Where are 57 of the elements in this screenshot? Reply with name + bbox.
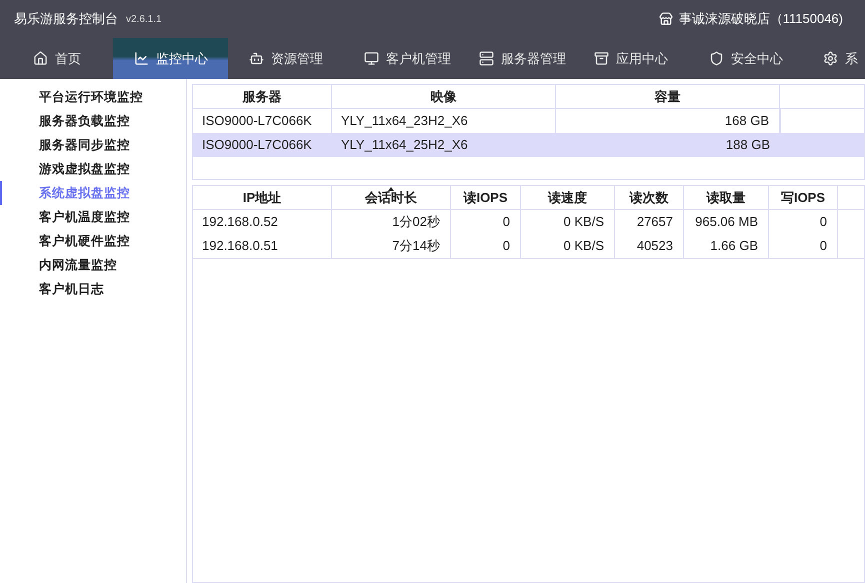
table-cell: 192.168.0.52 [193,210,332,234]
column-header: 写IOPS [769,186,838,209]
table-cell: 40523 [615,234,684,258]
column-header: 映像 [332,85,556,108]
store-icon [658,12,673,26]
settings-icon [823,51,838,66]
table-cell: 0 [451,210,521,234]
nav-tab[interactable]: 应用中心 [573,38,688,79]
sidebar-item[interactable]: 客户机温度监控 [0,205,186,229]
table-cell: 0 KB/S [521,234,615,258]
app-title: 易乐游服务控制台 [14,10,118,28]
table-row[interactable]: ISO9000-L7C066K YLY_11x64_25H2_X6 188 GB [193,133,864,157]
column-header: 会话时长 [332,186,451,209]
server-icon [479,51,494,66]
sidebar-item[interactable]: 游戏虚拟盘监控 [0,157,186,181]
column-header: 容量 [556,85,780,108]
version-label: v2.6.1.1 [126,12,162,26]
sidebar-item[interactable]: 客户机日志 [0,277,186,301]
monitor-icon [364,51,379,66]
column-header: 读次数 [615,186,684,209]
table-cell: 0 [769,234,838,258]
robot-icon [249,51,264,66]
sidebar-item[interactable]: 服务器同步监控 [0,133,186,157]
table-cell-text: ISO9000-L7C066K [201,136,313,154]
column-header: 服务器 [193,85,332,108]
nav-tab[interactable]: 首页 [0,38,113,79]
sidebar-item[interactable]: 平台运行环境监控 [0,85,186,109]
column-header: 读IOPS [451,186,521,209]
sidebar-item[interactable]: 服务器负载监控 [0,109,186,133]
table-cell: 1.66 GB [684,234,769,258]
table-cell: 192.168.0.51 [193,234,332,258]
table-cell: 0 KB/S [521,210,615,234]
nav-tab[interactable]: 服务器管理 [458,38,573,79]
nav-tab[interactable]: 系 [803,38,865,79]
chart-icon [134,51,149,66]
store-name: 事诚涞源破晓店（11150046) [678,10,843,28]
nav-tab[interactable]: 监控中心 [113,38,228,79]
home-icon [33,51,48,66]
table-cell-text: 188 GB [724,136,771,154]
table-cell: 965.06 MB [684,210,769,234]
nav-tab[interactable]: 安全中心 [688,38,803,79]
column-header: IP地址 [193,186,332,209]
box-icon [594,51,609,66]
column-header: 读速度 [521,186,615,209]
sidebar-item[interactable]: 系统虚拟盘监控 [0,181,186,205]
sidebar-item[interactable]: 客户机硬件监控 [0,229,186,253]
table-cell: 1分02秒 [332,210,451,234]
column-header: 读取量 [684,186,769,209]
shield-icon [709,51,724,66]
table-cell: 0 [769,210,838,234]
table-cell: 27657 [615,210,684,234]
nav-tab[interactable]: 客户机管理 [343,38,458,79]
table-cell-text: YLY_11x64_25H2_X6 [340,136,469,154]
sidebar-item[interactable]: 内网流量监控 [0,253,186,277]
table-cell: 0 [451,234,521,258]
table-cell: 7分14秒 [332,234,451,258]
nav-tab[interactable]: 资源管理 [228,38,343,79]
